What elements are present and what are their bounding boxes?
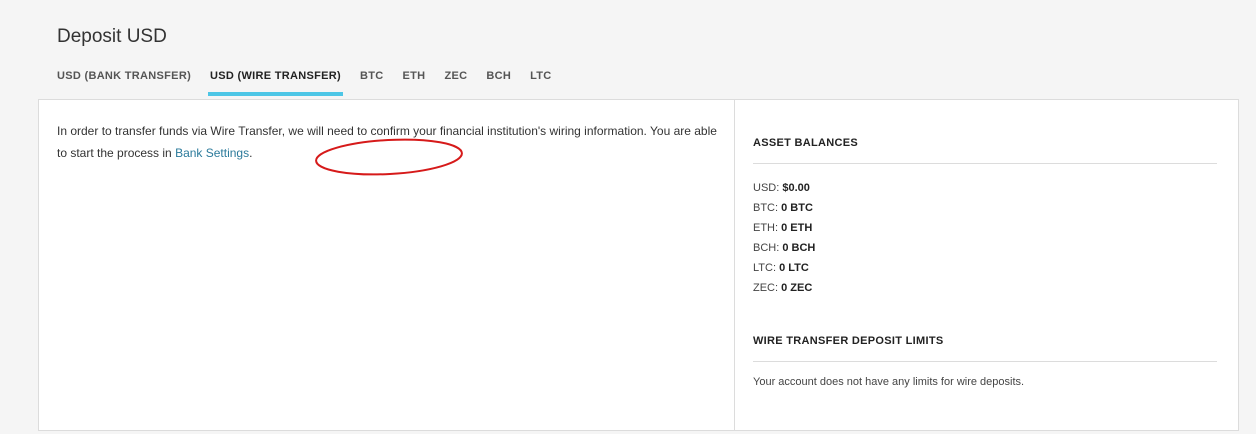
deposit-limits-text: Your account does not have any limits fo… <box>753 376 1025 388</box>
bank-settings-link[interactable]: Bank Settings <box>175 146 249 160</box>
balance-value: 0 LTC <box>779 262 809 274</box>
wire-transfer-instructions: In order to transfer funds via Wire Tran… <box>57 120 717 164</box>
balance-value: 0 ETH <box>781 222 813 234</box>
tab-usd-wire-transfer[interactable]: USD (WIRE TRANSFER) <box>208 70 343 96</box>
balance-ltc: LTC: 0 LTC <box>753 258 815 278</box>
balance-value: $0.00 <box>782 182 810 194</box>
balance-label: BTC: <box>753 202 779 214</box>
balance-label: LTC: <box>753 262 777 274</box>
tab-usd-bank-transfer[interactable]: USD (BANK TRANSFER) <box>57 70 191 96</box>
deposit-limits-heading: WIRE TRANSFER DEPOSIT LIMITS <box>753 335 1217 362</box>
instructions-period: . <box>249 146 253 160</box>
asset-balances-heading: ASSET BALANCES <box>753 137 1217 164</box>
balance-label: ETH: <box>753 222 779 234</box>
page-title: Deposit USD <box>57 26 167 47</box>
balance-eth: ETH: 0 ETH <box>753 218 815 238</box>
balance-label: USD: <box>753 182 780 194</box>
tab-ltc[interactable]: LTC <box>530 70 551 96</box>
balance-label: BCH: <box>753 242 780 254</box>
balance-usd: USD: $0.00 <box>753 178 815 198</box>
balance-value: 0 ZEC <box>781 282 813 294</box>
wire-transfer-content: In order to transfer funds via Wire Tran… <box>39 100 735 430</box>
balance-btc: BTC: 0 BTC <box>753 198 815 218</box>
balance-bch: BCH: 0 BCH <box>753 238 815 258</box>
balance-zec: ZEC: 0 ZEC <box>753 278 815 298</box>
deposit-panel: In order to transfer funds via Wire Tran… <box>38 99 1239 431</box>
asset-balances-list: USD: $0.00 BTC: 0 BTC ETH: 0 ETH BCH: 0 … <box>753 178 815 298</box>
balance-label: ZEC: <box>753 282 779 294</box>
balance-value: 0 BTC <box>781 202 813 214</box>
tab-eth[interactable]: ETH <box>403 70 426 96</box>
balance-value: 0 BCH <box>782 242 816 254</box>
tab-bch[interactable]: BCH <box>486 70 511 96</box>
deposit-tabs: USD (BANK TRANSFER) USD (WIRE TRANSFER) … <box>57 70 552 100</box>
instructions-text: In order to transfer funds via Wire Tran… <box>57 124 717 160</box>
tab-zec[interactable]: ZEC <box>444 70 467 96</box>
tab-btc[interactable]: BTC <box>360 70 384 96</box>
